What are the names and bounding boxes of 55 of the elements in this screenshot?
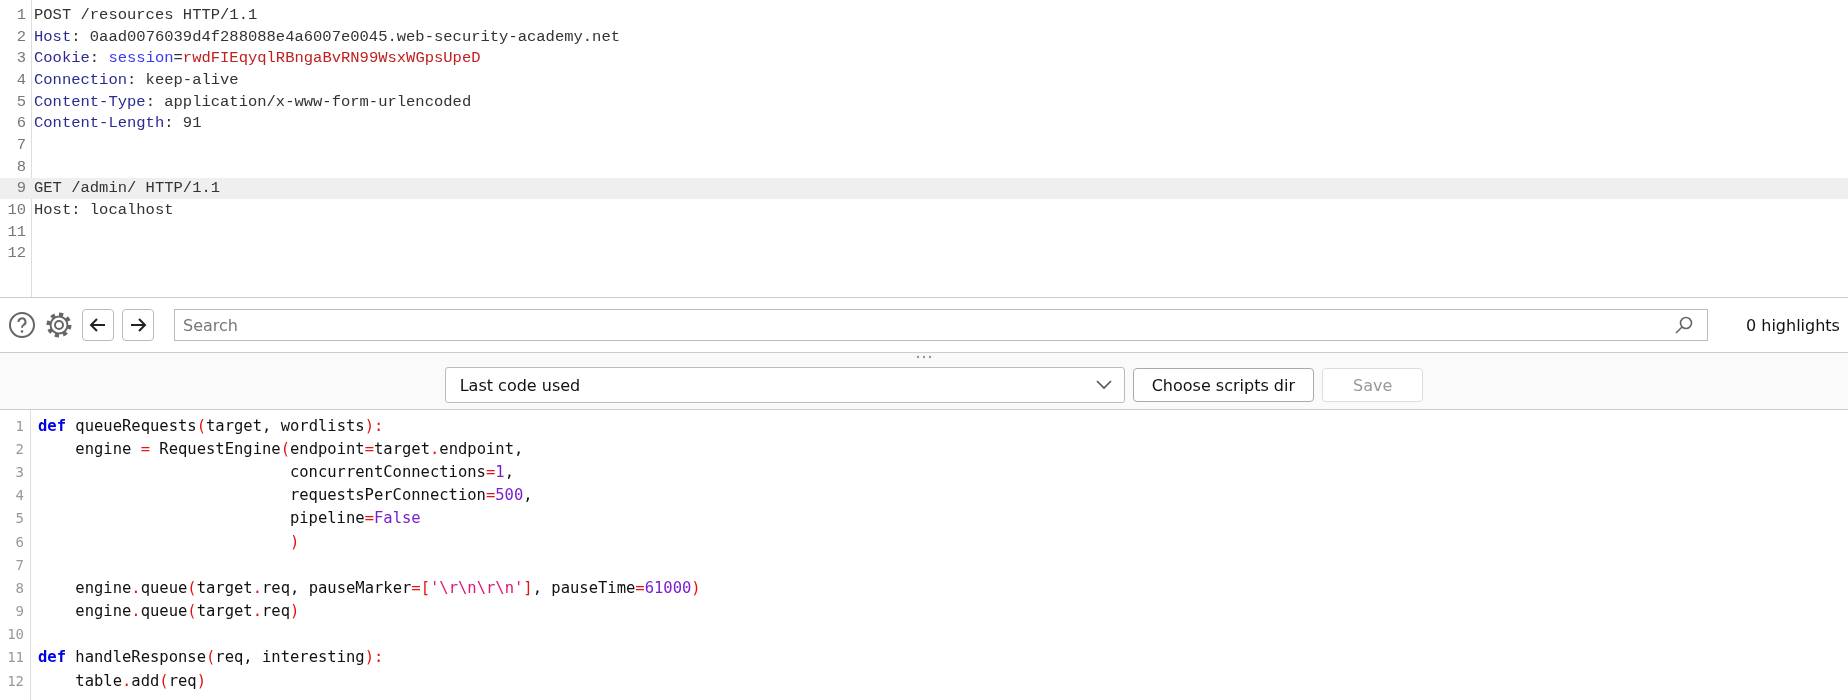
code-line: engine = RequestEngine(endpoint=target.endpoint, <box>74 439 524 458</box>
request-line: Host: localhost <box>34 201 174 220</box>
line-number: 6 <box>14 533 25 550</box>
line-number: 11 <box>6 649 25 666</box>
help-icon[interactable] <box>8 311 36 339</box>
code-line: table.add(req) <box>74 671 207 690</box>
line-number: 10 <box>6 201 27 220</box>
request-line: Cookie: session=rwdFIEqyqlRBngaBvRN99WsxWGpsUpeD <box>34 49 481 68</box>
left-arrow-icon <box>89 316 107 334</box>
line-number: 5 <box>14 510 25 527</box>
code-line: def queueRequests(target, wordlists): <box>38 416 384 435</box>
line-number: 3 <box>14 463 25 480</box>
request-line: Host: 0aad0076039d4f288088e4a6007e0045.web-security-academy.net <box>34 27 620 46</box>
highlights-count: 0 highlights <box>1746 315 1840 335</box>
request-line: Content-Type: application/x-www-form-urlencoded <box>34 92 472 111</box>
line-number: 4 <box>15 70 27 89</box>
code-line: engine.queue(target.req, pauseMarker=['\r\n\r\n'], pauseTime=61000) <box>74 578 701 597</box>
forward-button[interactable] <box>122 309 154 341</box>
line-number: 7 <box>14 556 25 573</box>
line-number: 1 <box>15 5 27 24</box>
search-icon[interactable] <box>1674 315 1694 335</box>
code-line: concurrentConnections=1, <box>288 462 514 481</box>
code-line: requestsPerConnection=500, <box>288 486 533 505</box>
code-line: def handleResponse(req, interesting): <box>38 648 384 667</box>
code-line: engine.queue(target.req) <box>74 602 300 621</box>
request-line: Content-Length: 91 <box>34 114 202 133</box>
settings-icon[interactable] <box>44 310 74 340</box>
code-line: ) <box>288 532 300 551</box>
right-arrow-icon <box>129 316 147 334</box>
back-button[interactable] <box>82 309 114 341</box>
line-number: 5 <box>15 92 27 111</box>
line-number: 2 <box>14 440 25 457</box>
chevron-down-icon <box>1095 380 1112 390</box>
line-number: 9 <box>15 179 27 198</box>
line-number: 6 <box>15 114 27 133</box>
drag-handle-icon[interactable] <box>916 355 932 359</box>
request-line: Connection: keep-alive <box>34 70 239 89</box>
line-number: 7 <box>15 135 27 154</box>
line-number: 10 <box>6 626 25 643</box>
line-number: 3 <box>15 49 27 68</box>
line-number: 9 <box>14 603 25 620</box>
script-dropdown[interactable]: Last code used <box>444 367 1125 403</box>
line-number: 8 <box>15 157 27 176</box>
choose-dir-button[interactable]: Choose scripts dir <box>1132 368 1315 402</box>
search-field[interactable]: Search <box>174 309 1708 341</box>
line-number: 1 <box>14 417 25 434</box>
line-number: 4 <box>14 487 25 504</box>
code-line: pipeline=False <box>288 509 421 528</box>
line-number: 8 <box>14 579 25 596</box>
line-number: 12 <box>6 244 27 263</box>
line-number: 2 <box>15 27 27 46</box>
request-line: POST /resources HTTP/1.1 <box>34 5 258 24</box>
line-number: 12 <box>6 672 25 689</box>
line-number: 11 <box>6 222 27 241</box>
request-line: GET /admin/ HTTP/1.1 <box>34 179 221 198</box>
